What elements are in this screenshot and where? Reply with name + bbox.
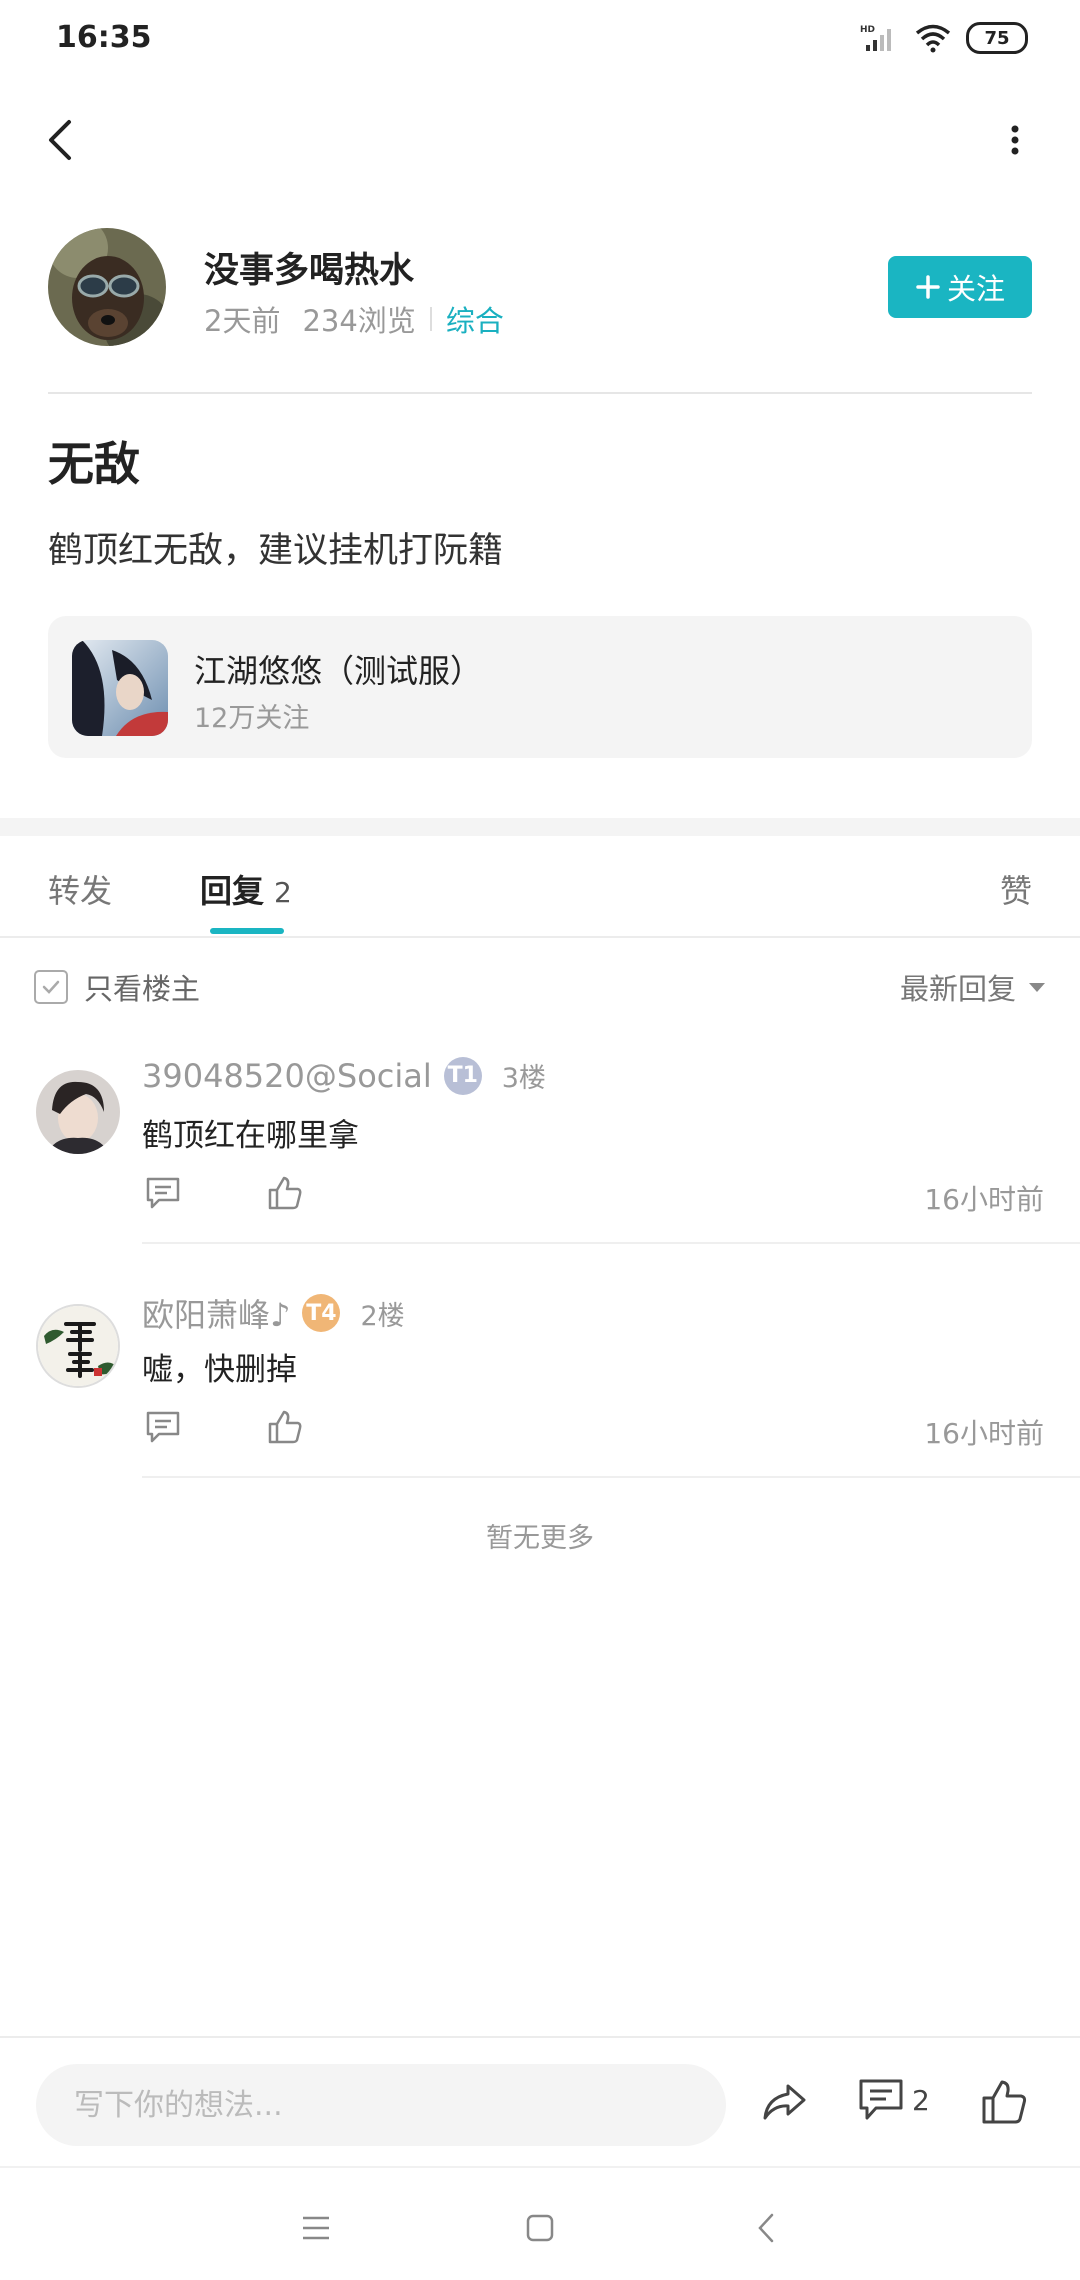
wifi-icon xyxy=(915,24,951,53)
game-card[interactable]: 江湖悠悠（测试服） 12万关注 xyxy=(48,616,1032,758)
comment-icon xyxy=(146,1177,180,1209)
home-square-icon xyxy=(526,2214,554,2242)
category-link[interactable]: 综合 xyxy=(446,298,504,340)
comment-input-box[interactable] xyxy=(36,2064,726,2146)
section-separator xyxy=(0,818,1080,836)
chevron-left-icon xyxy=(49,120,71,160)
comment-item: 39048520@Social T1 3楼 鹤顶红在哪里拿 16小时前 xyxy=(0,1050,1080,1270)
floor-number: 2楼 xyxy=(360,1300,405,1332)
level-badge: T1 xyxy=(443,1056,482,1095)
avatar-image xyxy=(36,1070,120,1154)
nav-back-button[interactable] xyxy=(736,2198,796,2258)
nav-menu-button[interactable] xyxy=(286,2198,346,2258)
comment-actions xyxy=(142,1172,306,1214)
view-count: 234浏览 xyxy=(302,304,416,338)
reply-button[interactable] xyxy=(142,1172,184,1214)
tab-reply[interactable]: 回复 2 xyxy=(200,866,292,912)
comment-header: 39048520@Social T1 3楼 xyxy=(142,1056,546,1095)
like-button[interactable] xyxy=(264,1406,306,1448)
thumbs-up-icon xyxy=(268,1410,302,1444)
tab-forward[interactable]: 转发 xyxy=(48,866,112,912)
top-bar xyxy=(0,96,1080,184)
comment-divider xyxy=(142,1242,1080,1244)
comment-icon xyxy=(146,1411,180,1443)
svg-text:HD: HD xyxy=(860,25,875,35)
more-button[interactable] xyxy=(990,110,1040,170)
like-button[interactable] xyxy=(264,1172,306,1214)
comment-avatar[interactable] xyxy=(36,1304,120,1388)
floor-number: 3楼 xyxy=(501,1063,546,1094)
caret-down-icon xyxy=(1029,983,1045,992)
follow-label: 关注 xyxy=(946,272,1005,306)
thumbs-up-icon xyxy=(982,2080,1027,2124)
author-meta: 2天前 234浏览 综合 xyxy=(204,298,504,340)
check-icon xyxy=(42,980,60,994)
comment-count: 2 xyxy=(912,2083,930,2117)
more-vertical-icon xyxy=(1011,125,1019,155)
sort-dropdown[interactable]: 最新回复 xyxy=(900,966,1046,1008)
comment-icon xyxy=(859,2079,903,2120)
tab-bar: 转发 回复 2 赞 xyxy=(0,836,1080,938)
dog-avatar-image xyxy=(48,228,166,346)
comment-text: 鹤顶红在哪里拿 xyxy=(142,1118,359,1154)
only-op-label: 只看楼主 xyxy=(84,972,201,1006)
reply-button[interactable] xyxy=(142,1406,184,1448)
comment-author[interactable]: 39048520@Social xyxy=(142,1057,432,1095)
post-title: 无敌 xyxy=(48,437,140,491)
like-post-button[interactable] xyxy=(980,2078,1032,2130)
tab-like[interactable]: 赞 xyxy=(1000,866,1032,912)
game-followers: 12万关注 xyxy=(194,703,310,734)
share-button[interactable] xyxy=(760,2078,812,2130)
game-icon xyxy=(72,640,168,736)
comment-divider xyxy=(142,1476,1080,1478)
signal-icon: HD xyxy=(860,25,891,51)
divider xyxy=(48,392,1032,394)
comment-text: 嘘，快删掉 xyxy=(142,1352,297,1388)
plus-icon xyxy=(916,275,940,299)
follow-button[interactable]: 关注 xyxy=(888,256,1032,318)
menu-icon xyxy=(303,2216,329,2240)
avatar-image xyxy=(38,1306,118,1386)
author-name[interactable]: 没事多喝热水 xyxy=(204,242,414,293)
comments-button[interactable]: 2 xyxy=(858,2078,930,2122)
share-icon xyxy=(763,2084,806,2120)
filter-row: 只看楼主 最新回复 xyxy=(0,958,1080,1018)
game-cover-image xyxy=(72,640,168,736)
battery-icon: 75 xyxy=(966,22,1028,54)
comment-avatar[interactable] xyxy=(36,1070,120,1154)
chevron-left-icon xyxy=(758,2213,774,2243)
author-row: 没事多喝热水 2天前 234浏览 综合 关注 xyxy=(48,228,1032,348)
comment-time: 16小时前 xyxy=(924,1183,1044,1216)
thumbs-up-icon xyxy=(268,1176,302,1210)
bottom-action-bar: 2 xyxy=(0,2036,1080,2168)
tab-reply-label: 回复 xyxy=(200,872,265,910)
author-avatar[interactable] xyxy=(48,228,166,346)
tab-active-indicator xyxy=(210,928,284,934)
game-name: 江湖悠悠（测试服） xyxy=(194,652,483,690)
no-more-label: 暂无更多 xyxy=(486,1523,594,1554)
nav-home-button[interactable] xyxy=(510,2198,570,2258)
checkbox[interactable] xyxy=(34,970,68,1004)
comment-time: 16小时前 xyxy=(924,1417,1044,1450)
level-badge: T4 xyxy=(302,1294,341,1332)
sort-label: 最新回复 xyxy=(899,972,1016,1006)
post-time: 2天前 xyxy=(204,304,281,338)
post-body: 鹤顶红无敌，建议挂机打阮籍 xyxy=(48,531,504,571)
comment-actions xyxy=(142,1406,306,1448)
back-button[interactable] xyxy=(30,110,90,170)
status-time: 16:35 xyxy=(56,20,152,55)
comment-item: 欧阳萧峰♪ T4 2楼 嘘，快删掉 16小时前 xyxy=(0,1284,1080,1504)
tab-reply-count: 2 xyxy=(274,876,292,909)
comment-input[interactable] xyxy=(72,2086,696,2124)
system-nav-bar xyxy=(0,2166,1080,2280)
only-op-toggle[interactable]: 只看楼主 xyxy=(34,966,200,1008)
meta-divider xyxy=(429,307,432,331)
comment-author[interactable]: 欧阳萧峰♪ xyxy=(142,1290,290,1336)
status-bar: 16:35 HD 75 xyxy=(0,0,1080,80)
post-detail-page: 16:35 HD 75 没事多喝热水 2天前 234浏览 综合 关注 无敌 鹤顶… xyxy=(0,0,1080,2280)
comment-header: 欧阳萧峰♪ T4 2楼 xyxy=(142,1290,405,1336)
status-icons: HD 75 xyxy=(860,22,1028,54)
